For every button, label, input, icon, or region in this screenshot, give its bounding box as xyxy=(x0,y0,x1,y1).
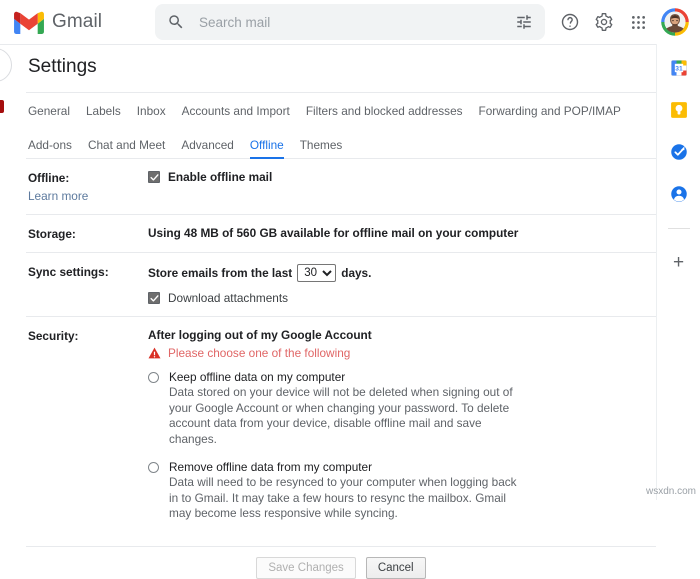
svg-text:31: 31 xyxy=(675,66,683,73)
row-storage: Storage: Using 48 MB of 560 GB available… xyxy=(26,215,656,253)
settings-panel: Settings General Labels Inbox Accounts a… xyxy=(26,44,656,500)
download-attachments-checkbox[interactable] xyxy=(148,292,160,304)
tab-advanced[interactable]: Advanced xyxy=(181,138,233,159)
gmail-wordmark: Gmail xyxy=(52,11,102,33)
security-heading: After logging out of my Google Account xyxy=(148,328,656,342)
row-label-storage: Storage: xyxy=(28,226,148,241)
tab-add-ons[interactable]: Add-ons xyxy=(28,138,72,159)
security-warning-text: Please choose one of the following xyxy=(168,346,350,360)
cancel-button[interactable]: Cancel xyxy=(366,557,426,579)
row-body-security: After logging out of my Google Account P… xyxy=(148,328,656,535)
settings-action-buttons: Save Changes Cancel xyxy=(26,547,656,579)
remove-offline-data-description: Data will need to be resynced to your co… xyxy=(169,475,521,522)
tab-chat-and-meet[interactable]: Chat and Meet xyxy=(88,138,165,159)
download-attachments-label: Download attachments xyxy=(168,291,288,305)
storage-text: Using 48 MB of 560 GB available for offl… xyxy=(148,226,656,240)
row-body-sync-settings: Store emails from the last 30 days. Down… xyxy=(148,264,656,305)
page-title: Settings xyxy=(26,44,656,92)
learn-more-link[interactable]: Learn more xyxy=(28,189,148,203)
sync-days-line: Store emails from the last 30 days. xyxy=(148,264,656,282)
enable-offline-mail-checkbox[interactable] xyxy=(148,171,160,183)
offline-label-text: Offline: xyxy=(28,171,69,185)
enable-offline-mail-row[interactable]: Enable offline mail xyxy=(148,170,656,184)
download-attachments-row[interactable]: Download attachments xyxy=(148,291,656,305)
avatar[interactable] xyxy=(660,7,690,37)
tab-general[interactable]: General xyxy=(28,104,70,125)
add-app-button[interactable]: + xyxy=(673,253,684,272)
row-label-security: Security: xyxy=(28,328,148,343)
keep-offline-data-radio[interactable] xyxy=(148,372,159,383)
row-sync-settings: Sync settings: Store emails from the las… xyxy=(26,253,656,317)
radio-option-keep-offline-data[interactable]: Keep offline data on my computer Data st… xyxy=(148,370,656,447)
remove-offline-data-radio[interactable] xyxy=(148,462,159,473)
help-icon[interactable] xyxy=(554,6,586,38)
sync-days-prefix: Store emails from the last xyxy=(148,266,292,280)
tab-inbox[interactable]: Inbox xyxy=(137,104,166,125)
row-security: Security: After logging out of my Google… xyxy=(26,317,656,547)
warning-triangle-icon xyxy=(148,347,161,359)
apps-grid-icon[interactable] xyxy=(622,6,654,38)
gmail-brand[interactable]: Gmail xyxy=(14,11,102,34)
keep-offline-data-title: Keep offline data on my computer xyxy=(169,370,521,384)
settings-tabs: General Labels Inbox Accounts and Import… xyxy=(26,93,656,159)
right-side-panel: 31 + xyxy=(656,44,700,500)
sync-days-suffix: days. xyxy=(341,266,371,280)
tune-filter-icon[interactable] xyxy=(507,5,541,39)
google-keep-icon[interactable] xyxy=(669,100,689,120)
compose-button-remnant[interactable] xyxy=(0,48,12,82)
tab-row-2: Add-ons Chat and Meet Advanced Offline T… xyxy=(28,138,656,159)
top-actions xyxy=(554,0,692,44)
tab-row-1: General Labels Inbox Accounts and Import… xyxy=(28,104,656,125)
enable-offline-mail-label: Enable offline mail xyxy=(168,170,272,184)
tab-labels[interactable]: Labels xyxy=(86,104,121,125)
keep-offline-data-description: Data stored on your device will not be d… xyxy=(169,385,521,447)
tab-accounts-and-import[interactable]: Accounts and Import xyxy=(182,104,290,125)
tab-filters-and-blocked-addresses[interactable]: Filters and blocked addresses xyxy=(306,104,463,125)
save-changes-button[interactable]: Save Changes xyxy=(256,557,355,579)
google-tasks-icon[interactable] xyxy=(669,142,689,162)
google-contacts-icon[interactable] xyxy=(669,184,689,204)
tab-forwarding-and-pop-imap[interactable]: Forwarding and POP/IMAP xyxy=(479,104,621,125)
row-offline: Offline: Learn more Enable offline mail xyxy=(26,159,656,215)
gear-icon[interactable] xyxy=(588,6,620,38)
sync-days-select[interactable]: 30 xyxy=(297,264,336,282)
search-bar[interactable] xyxy=(155,4,545,40)
watermark: wsxdn.com xyxy=(646,486,696,497)
google-calendar-icon[interactable]: 31 xyxy=(669,58,689,78)
security-warning: Please choose one of the following xyxy=(148,346,656,360)
search-icon xyxy=(167,13,185,31)
radio-option-remove-offline-data[interactable]: Remove offline data from my computer Dat… xyxy=(148,460,656,522)
search-input[interactable] xyxy=(199,15,507,30)
security-radio-group: Keep offline data on my computer Data st… xyxy=(148,370,656,522)
side-panel-divider xyxy=(668,228,690,229)
tab-offline[interactable]: Offline xyxy=(250,138,284,159)
tab-themes[interactable]: Themes xyxy=(300,138,343,159)
row-label-offline: Offline: Learn more xyxy=(28,170,148,203)
row-label-sync-settings: Sync settings: xyxy=(28,264,148,279)
remove-offline-data-title: Remove offline data from my computer xyxy=(169,460,521,474)
top-bar: Gmail xyxy=(0,0,700,44)
left-edge-marker xyxy=(0,100,4,113)
row-body-offline: Enable offline mail xyxy=(148,170,656,184)
gmail-m-logo xyxy=(14,11,44,34)
